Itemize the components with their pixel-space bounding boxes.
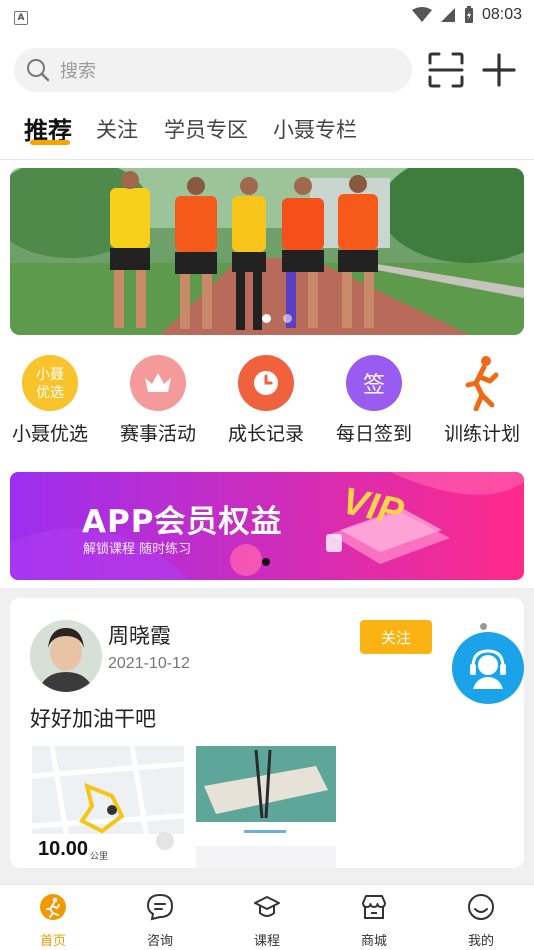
- quick-item-daily-checkin[interactable]: 签 每日签到: [320, 355, 428, 446]
- nav-consult[interactable]: 咨询: [120, 893, 200, 949]
- customer-support-button[interactable]: [452, 632, 524, 704]
- crown-icon: [130, 355, 186, 411]
- runner-icon: [454, 355, 510, 411]
- more-options-icon[interactable]: [480, 623, 487, 630]
- search-input[interactable]: 搜索: [14, 48, 412, 92]
- nav-label: 我的: [467, 934, 494, 949]
- nav-label: 课程: [253, 934, 280, 949]
- banner-pagination: [262, 314, 292, 323]
- quick-item-label: 小聂优选: [11, 423, 88, 445]
- post-image-photo[interactable]: [196, 746, 336, 868]
- signal-icon: [440, 8, 455, 22]
- top-tabs: 推荐 关注 学员专区 小聂专栏: [0, 108, 534, 160]
- nav-courses[interactable]: 课程: [227, 893, 307, 949]
- xiaonie-select-icon: 小聂 优选: [22, 355, 78, 411]
- scan-icon[interactable]: [428, 52, 464, 88]
- search-row: 搜索: [0, 44, 534, 96]
- tab-follow[interactable]: 关注: [96, 114, 138, 144]
- follow-button[interactable]: 关注: [360, 620, 432, 654]
- status-left: A: [14, 5, 28, 25]
- status-time: 08:03: [481, 6, 522, 23]
- post-card[interactable]: 周晓霞 2021-10-12 关注 好好加油干吧 10.00 公里: [10, 598, 524, 868]
- nav-store[interactable]: 商城: [334, 893, 414, 949]
- sign-in-icon: 签: [346, 355, 402, 411]
- quick-item-label: 成长记录: [227, 423, 304, 445]
- quick-item-xiaonie-select[interactable]: 小聂 优选 小聂优选: [0, 355, 104, 446]
- store-icon: [362, 895, 386, 919]
- post-image-map[interactable]: 10.00 公里: [32, 746, 184, 868]
- quick-item-label: 赛事活动: [119, 423, 196, 445]
- profile-icon: [468, 894, 494, 920]
- post-author[interactable]: 周晓霞: [108, 620, 171, 650]
- quick-item-training-plan[interactable]: 训练计划: [428, 355, 534, 446]
- chat-icon: [146, 893, 174, 921]
- status-bar: A 08:03: [0, 0, 534, 30]
- graduation-cap-icon: [254, 896, 280, 917]
- quick-menu: 小聂 优选 小聂优选 赛事活动 成长记录 签 每日签到 训练计划: [0, 355, 534, 450]
- tab-xiaonie-column[interactable]: 小聂专栏: [273, 114, 357, 144]
- vip-pagination-dot[interactable]: [262, 558, 270, 566]
- headset-icon: [470, 649, 506, 689]
- shoe-photo: [196, 746, 336, 868]
- active-tab-indicator: [30, 140, 70, 145]
- nav-home[interactable]: 首页: [13, 893, 93, 949]
- quick-item-label: 训练计划: [443, 423, 520, 445]
- hero-banner[interactable]: [10, 168, 524, 335]
- run-distance-unit: 公里: [90, 852, 109, 862]
- bottom-nav: 首页 咨询 课程 商城 我的: [0, 884, 534, 950]
- clock-icon: [238, 355, 294, 411]
- quick-item-events[interactable]: 赛事活动: [104, 355, 212, 446]
- post-text: 好好加油干吧: [30, 707, 156, 731]
- banner-photo: [10, 168, 524, 335]
- quick-item-growth-record[interactable]: 成长记录: [212, 355, 320, 446]
- run-distance: 10.00: [38, 838, 89, 860]
- status-right: 08:03: [411, 6, 522, 24]
- notification-a-icon: A: [14, 11, 28, 25]
- banner-dot-active[interactable]: [262, 314, 271, 323]
- nav-label: 商城: [360, 934, 387, 949]
- post-date: 2021-10-12: [108, 655, 190, 672]
- vip-subtitle: 解锁课程 随时练习: [83, 542, 192, 557]
- svg-text:小聂: 小聂: [36, 367, 64, 383]
- sign-in-glyph: 签: [362, 373, 385, 398]
- quick-item-label: 每日签到: [335, 423, 412, 445]
- banner-dot[interactable]: [283, 314, 292, 323]
- nav-label: 首页: [39, 934, 66, 949]
- add-plus-icon[interactable]: [481, 52, 517, 88]
- vip-title: APP会员权益: [82, 504, 283, 540]
- svg-text:优选: 优选: [36, 385, 64, 401]
- nav-label: 咨询: [146, 934, 173, 949]
- avatar[interactable]: [30, 620, 102, 692]
- battery-icon: [464, 6, 473, 23]
- wifi-icon: [411, 7, 432, 22]
- home-runner-icon: [40, 894, 66, 920]
- search-placeholder: 搜索: [60, 61, 96, 82]
- tab-student-zone[interactable]: 学员专区: [164, 114, 248, 144]
- search-icon: [27, 59, 50, 82]
- nav-profile[interactable]: 我的: [441, 893, 521, 949]
